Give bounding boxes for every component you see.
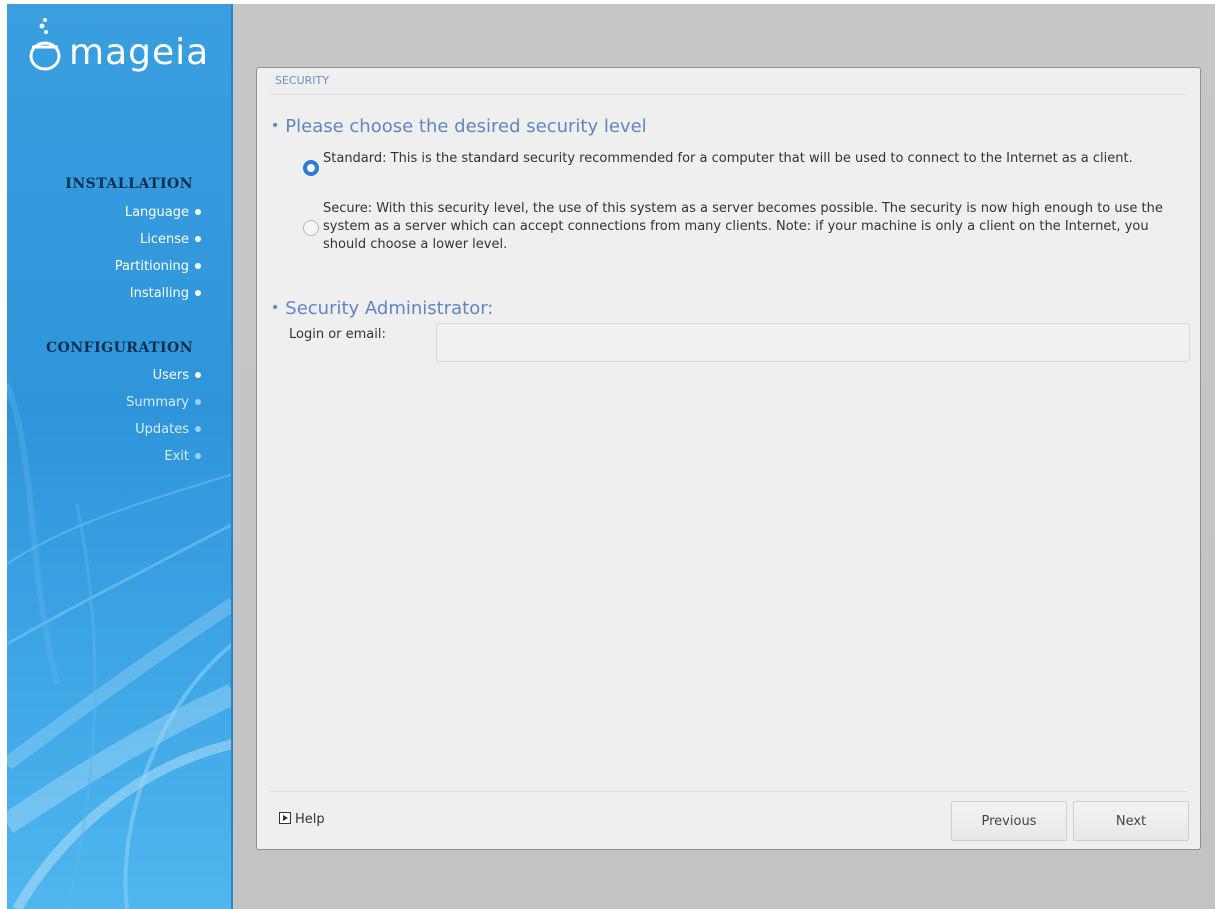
radio-option-secure[interactable]: Secure: With this security level, the us… [303,200,1183,256]
step-status-dot-icon [195,289,201,296]
step-status-dot-icon [195,398,201,405]
configuration-section-title: CONFIGURATION [46,340,193,356]
bullet: • [271,118,280,134]
previous-button[interactable]: Previous [951,801,1067,841]
sidebar-item-label: Updates [135,422,189,437]
step-status-dot-icon [195,208,201,215]
sidebar-item-partitioning[interactable]: Partitioning [21,257,201,277]
sidebar-item-label: Installing [129,286,189,301]
step-status-dot-icon [195,371,201,378]
dialog-title: SECURITY [275,74,329,87]
sidebar-item-users[interactable]: Users [21,366,201,386]
installation-section-title: INSTALLATION [65,176,193,192]
help-toggle[interactable]: Help [279,811,325,827]
security-dialog: SECURITY • Please choose the desired secu… [256,67,1201,850]
radio-standard[interactable] [303,160,319,176]
radio-secure[interactable] [303,220,319,236]
sidebar-item-license[interactable]: License [21,230,201,250]
login-email-input[interactable] [436,323,1190,362]
bottom-separator [271,791,1186,792]
bullet: • [271,300,280,316]
sidebar-item-label: License [139,232,189,247]
sidebar-item-language[interactable]: Language [21,203,201,223]
brand-name: mageia [69,32,210,73]
radio-standard-label: Standard: This is the standard security … [323,151,1133,166]
step-status-dot-icon [195,235,201,242]
sidebar-item-exit[interactable]: Exit [21,447,201,467]
sidebar: mageia INSTALLATION Language License Parti… [7,4,233,909]
radio-option-standard[interactable]: Standard: This is the standard security … [303,150,1183,188]
security-level-heading-text: Please choose the desired security level [285,116,647,137]
sidebar-item-label: Exit [164,449,189,464]
sidebar-item-updates[interactable]: Updates [21,420,201,440]
title-separator [271,94,1186,95]
login-label: Login or email: [289,327,386,342]
next-button[interactable]: Next [1073,801,1189,841]
step-status-dot-icon [195,262,201,269]
sidebar-item-summary[interactable]: Summary [21,393,201,413]
security-admin-heading-text: Security Administrator: [285,298,494,319]
step-status-dot-icon [195,425,201,432]
installer-screen: mageia INSTALLATION Language License Parti… [7,4,1215,909]
sidebar-item-label: Users [152,368,189,383]
mageia-logo: mageia [29,14,229,84]
expander-icon [279,812,291,824]
radio-secure-label: Secure: With this security level, the us… [323,201,1163,252]
sidebar-item-installing[interactable]: Installing [21,284,201,304]
sidebar-item-label: Partitioning [114,259,189,274]
sidebar-item-label: Language [124,205,189,220]
security-level-heading: • Please choose the desired security leve… [271,116,647,137]
security-admin-heading: • Security Administrator: [271,298,493,319]
help-label: Help [295,812,325,827]
step-status-dot-icon [195,452,201,459]
sidebar-item-label: Summary [126,395,189,410]
